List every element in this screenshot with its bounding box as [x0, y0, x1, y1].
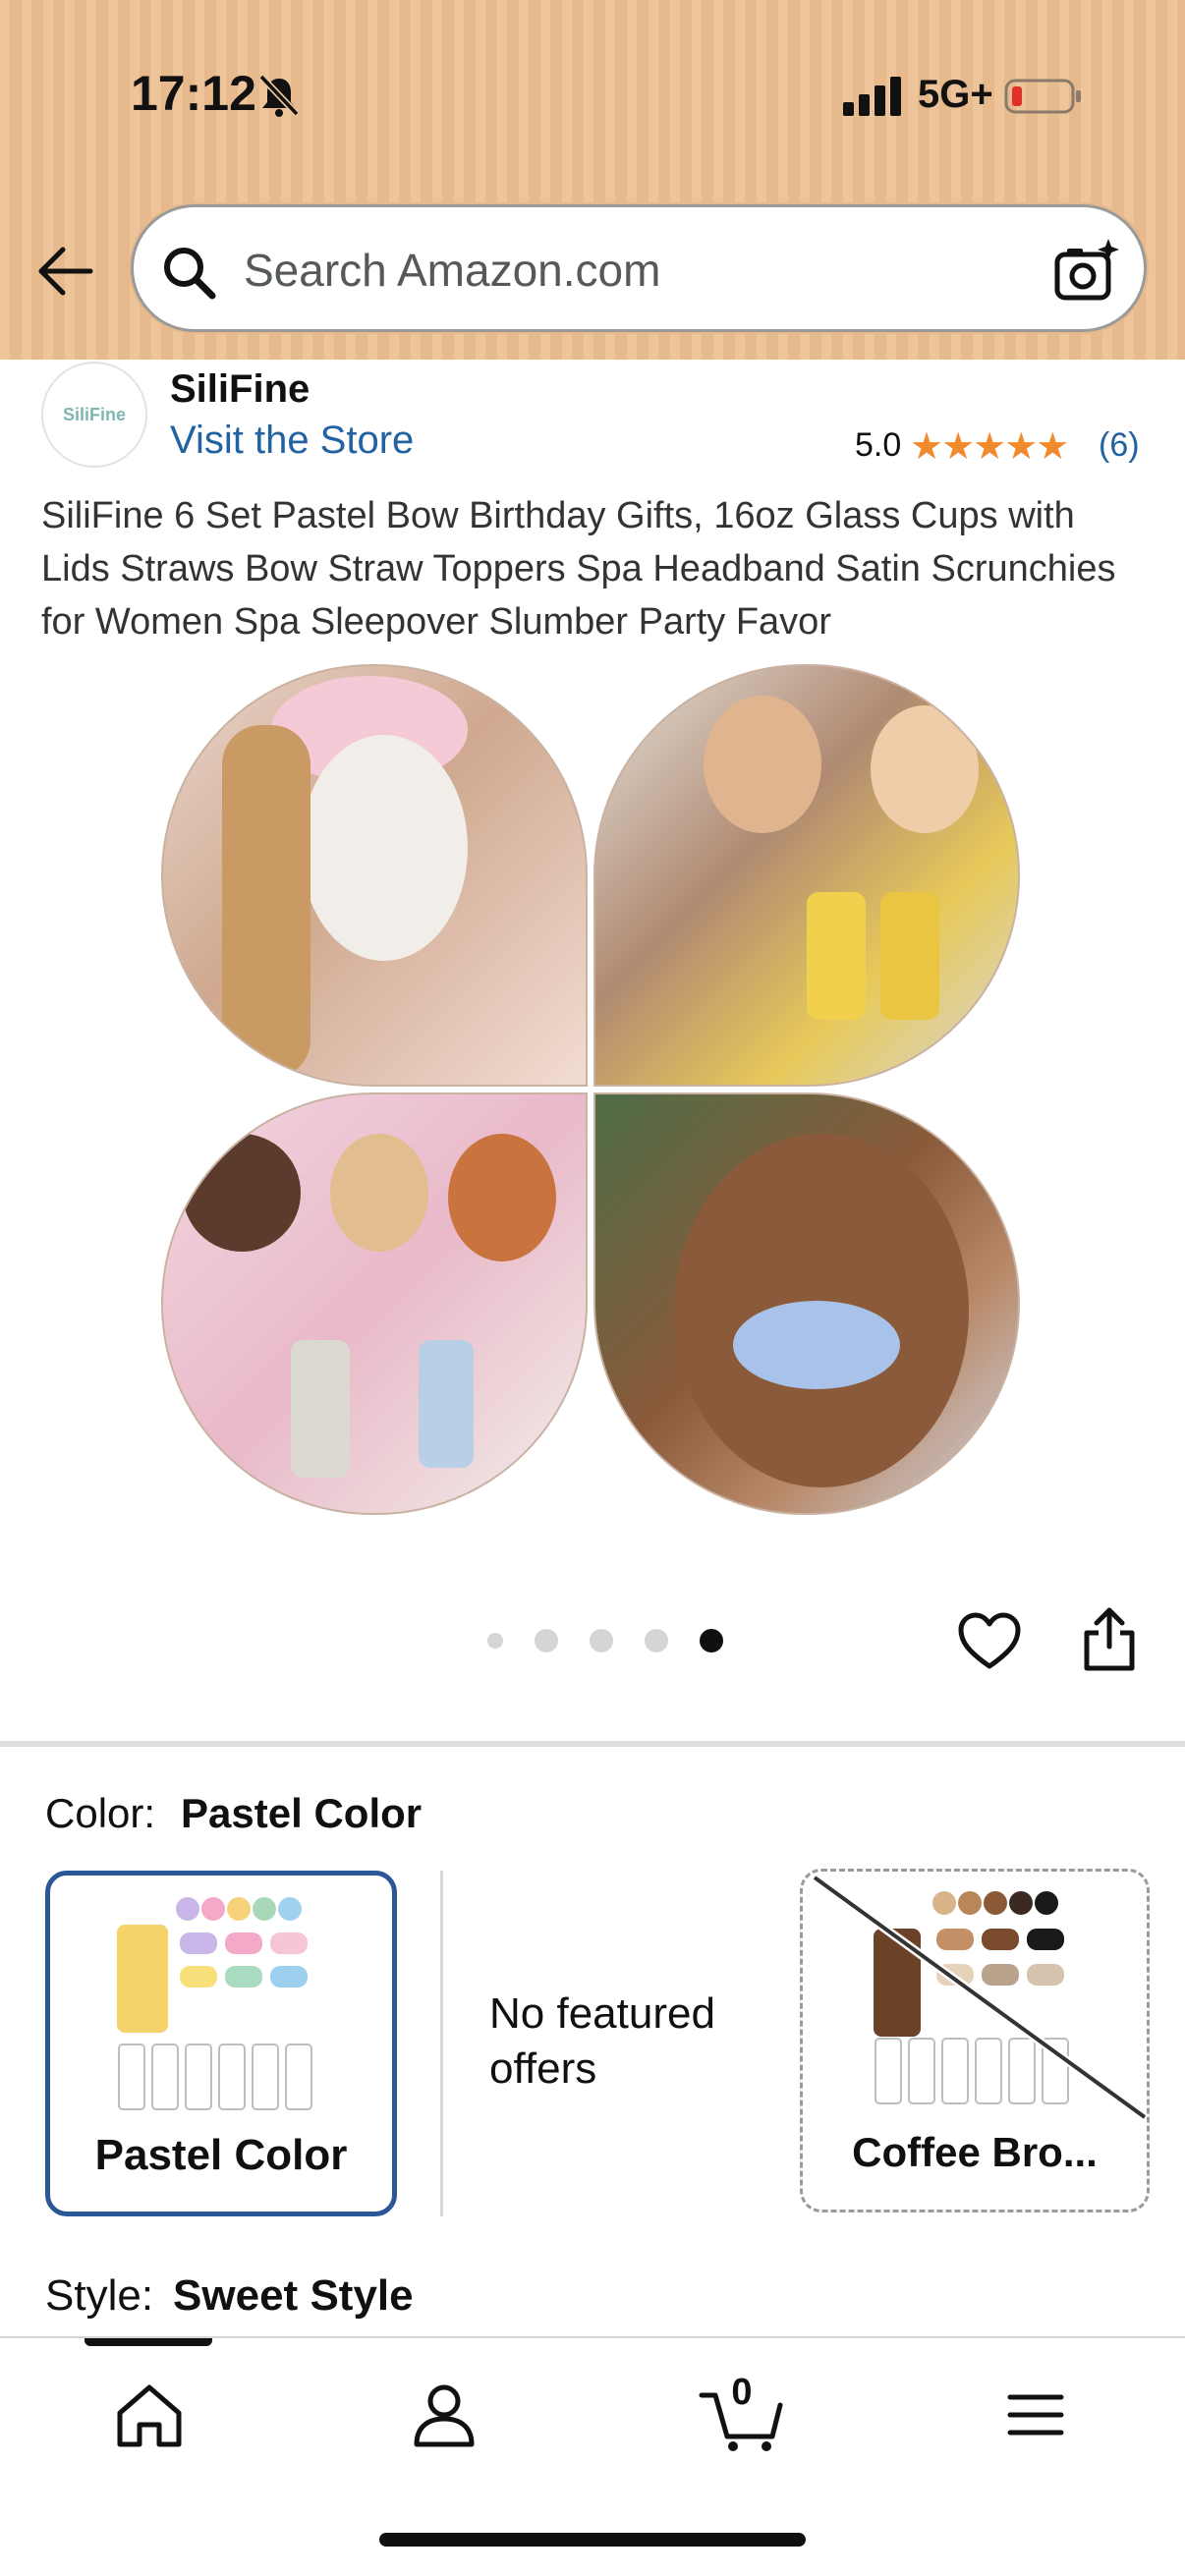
share-icon[interactable] — [1081, 1607, 1138, 1672]
network-type: 5G+ — [918, 73, 993, 116]
image-tile-friends-cups — [593, 664, 1020, 1087]
swatch-label-coffee: Coffee Bro... — [852, 2129, 1098, 2175]
image-tile-scrunchie — [593, 1092, 1020, 1515]
home-indicator-bar[interactable] — [379, 2533, 806, 2547]
active-tab-indicator — [85, 2338, 212, 2346]
option-separator — [440, 1871, 443, 2216]
color-option-pastel[interactable]: Pastel Color — [45, 1871, 397, 2216]
battery-icon — [1004, 79, 1081, 114]
image-tile-face-mask — [161, 664, 588, 1087]
account-icon[interactable] — [405, 2376, 483, 2454]
style-value: Sweet Style — [173, 2271, 414, 2320]
brand-logo-text: SiliFine — [62, 404, 126, 424]
bell-muted-icon — [258, 74, 300, 117]
no-featured-offers-text: No featured offers — [489, 1989, 715, 2093]
brand-name: SiliFine — [170, 367, 310, 411]
image-tile-party — [161, 1092, 588, 1515]
color-value: Pastel Color — [181, 1790, 423, 1836]
status-time: 17:12 — [131, 66, 256, 121]
home-icon[interactable] — [110, 2376, 189, 2454]
color-option-coffee-brown[interactable]: Coffee Bro... — [800, 1869, 1150, 2212]
product-title: SiliFine 6 Set Pastel Bow Birthday Gifts… — [41, 495, 1116, 643]
signal-icon — [843, 77, 901, 116]
pagination-dot-active[interactable] — [700, 1629, 723, 1652]
pagination-dot[interactable] — [487, 1633, 503, 1649]
style-label: Style: — [45, 2271, 154, 2320]
search-bar[interactable] — [131, 204, 1147, 332]
menu-icon[interactable] — [996, 2376, 1075, 2454]
cart-count: 0 — [731, 2372, 753, 2413]
color-label: Color: — [45, 1790, 156, 1836]
camera-search-icon[interactable] — [1051, 237, 1120, 306]
back-arrow-icon[interactable] — [35, 242, 94, 301]
heart-icon[interactable] — [957, 1611, 1022, 1672]
search-icon — [164, 248, 216, 300]
section-divider — [0, 1741, 1185, 1747]
header: 17:12 5G+ — [0, 0, 1185, 360]
image-pagination[interactable] — [487, 1629, 723, 1652]
pagination-dot[interactable] — [535, 1629, 558, 1652]
pagination-dot[interactable] — [590, 1629, 613, 1652]
search-input[interactable] — [244, 235, 1020, 306]
style-selector-label: Style: Sweet Style — [45, 2271, 414, 2321]
cart-button[interactable]: 0 — [698, 2372, 786, 2454]
pagination-dot[interactable] — [645, 1629, 668, 1652]
rating-count-link[interactable]: (6) — [1099, 426, 1140, 465]
star-rating-icon[interactable]: ★★★★★ — [910, 424, 1069, 468]
visit-store-link[interactable]: Visit the Store — [170, 419, 414, 463]
swatch-label-pastel: Pastel Color — [94, 2131, 348, 2179]
swatch-image-pastel — [117, 1897, 312, 2110]
product-image[interactable] — [161, 664, 1024, 1515]
brand-logo[interactable]: SiliFine — [41, 362, 147, 468]
color-selector-label: Color: Pastel Color — [45, 1790, 422, 1837]
rating-value[interactable]: 5.0 — [855, 426, 901, 465]
